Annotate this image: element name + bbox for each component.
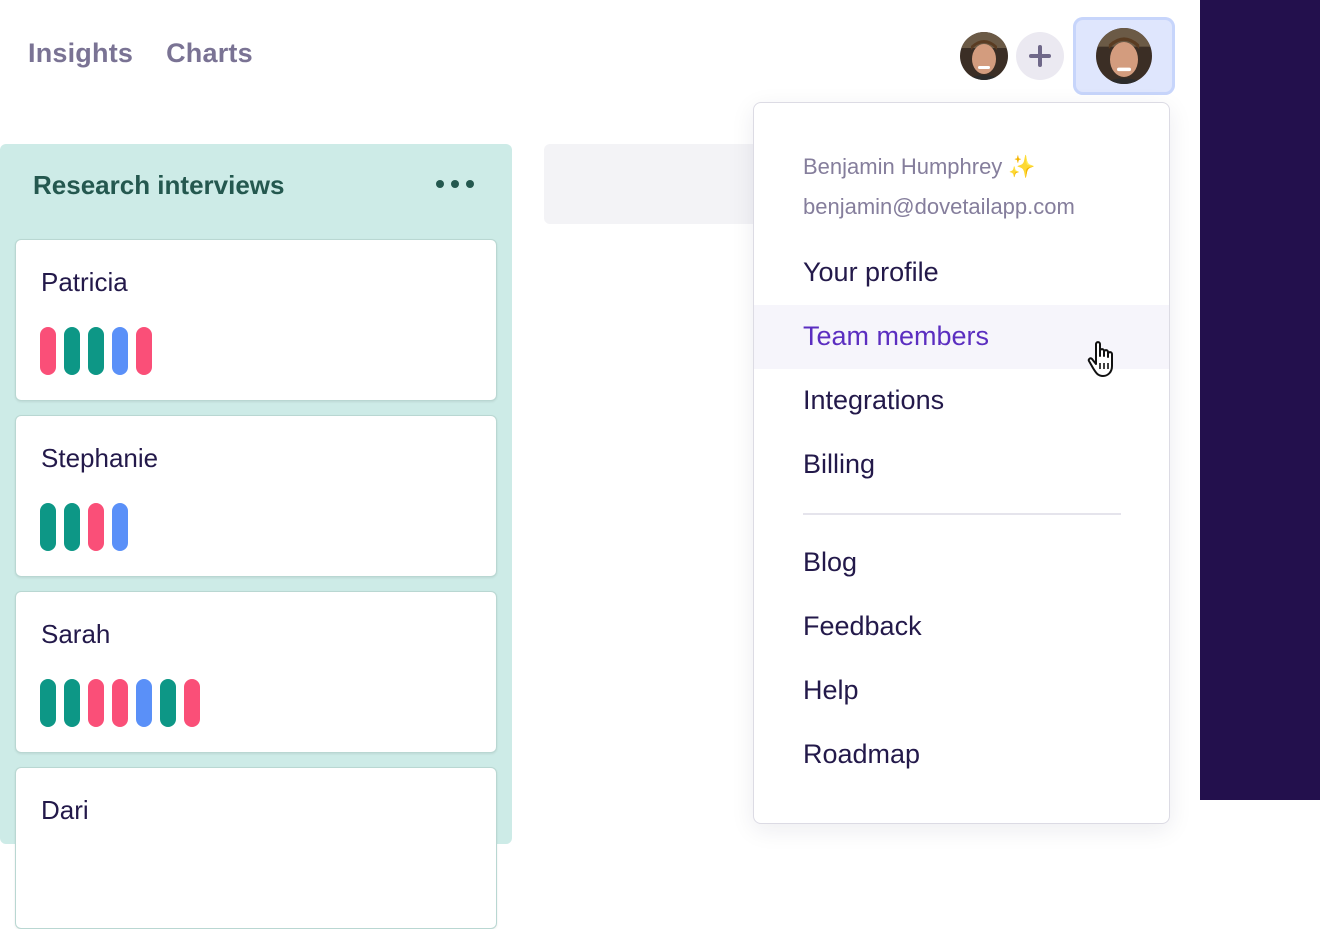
menu-item-label: Roadmap [803,739,921,769]
menu-item-label: Team members [803,321,990,351]
tag-pill [64,679,80,727]
menu-item-label: Billing [803,449,876,479]
tab-charts[interactable]: Charts [166,38,253,69]
user-name: Benjamin Humphrey ✨ [803,154,1036,179]
menu-item-your-profile[interactable]: Your profile [754,241,1169,305]
menu-item-roadmap[interactable]: Roadmap [754,723,1169,787]
tag-pill [64,327,80,375]
tag-pill [112,679,128,727]
collaborator-avatar[interactable] [960,32,1008,80]
menu-item-help[interactable]: Help [754,659,1169,723]
tag-pill [112,327,128,375]
interview-card[interactable]: Patricia [15,239,497,401]
empty-column-placeholder [544,144,784,224]
tag-pill [112,503,128,551]
tag-pill [64,503,80,551]
more-options-icon[interactable] [436,180,474,188]
card-name: Sarah [41,619,111,649]
tab-insights[interactable]: Insights [28,38,133,69]
menu-item-label: Blog [803,547,858,577]
tag-pill [184,679,200,727]
tag-pill [136,327,152,375]
tag-pill [40,679,56,727]
user-dropdown-menu: Benjamin Humphrey ✨ benjamin@dovetailapp… [753,102,1170,824]
user-email: benjamin@dovetailapp.com [803,194,1075,219]
card-name: Stephanie [41,443,159,473]
plus-icon [1029,45,1051,67]
tag-pill [40,503,56,551]
interview-card[interactable]: Stephanie [15,415,497,577]
add-member-button[interactable] [1016,32,1064,80]
tag-pill [88,327,104,375]
menu-item-feedback[interactable]: Feedback [754,595,1169,659]
menu-item-label: Your profile [803,257,939,287]
menu-item-billing[interactable]: Billing [754,433,1169,497]
tag-pill [88,679,104,727]
tag-pill [160,679,176,727]
tag-pill [88,503,104,551]
tag-pill [40,327,56,375]
tag-list [40,679,200,727]
right-sidebar-strip [1200,0,1320,800]
user-info: Benjamin Humphrey ✨ benjamin@dovetailapp… [803,147,1075,227]
hand-pointer-cursor-icon [1087,341,1113,377]
tag-list [40,503,128,551]
tag-list [40,327,152,375]
interview-card[interactable]: Sarah [15,591,497,753]
interview-card[interactable]: Dari [15,767,497,929]
top-nav: Insights Charts [28,38,253,69]
column-title: Research interviews [33,170,285,200]
menu-divider [803,513,1121,515]
user-avatar [1096,28,1152,84]
tag-pill [136,679,152,727]
board-column: Research interviews Patricia Stephanie S… [0,144,512,929]
menu-item-label: Help [803,675,859,705]
menu-item-blog[interactable]: Blog [754,531,1169,595]
menu-item-label: Integrations [803,385,945,415]
card-name: Patricia [41,267,128,297]
profile-menu-button[interactable] [1073,17,1175,95]
menu-item-label: Feedback [803,611,922,641]
